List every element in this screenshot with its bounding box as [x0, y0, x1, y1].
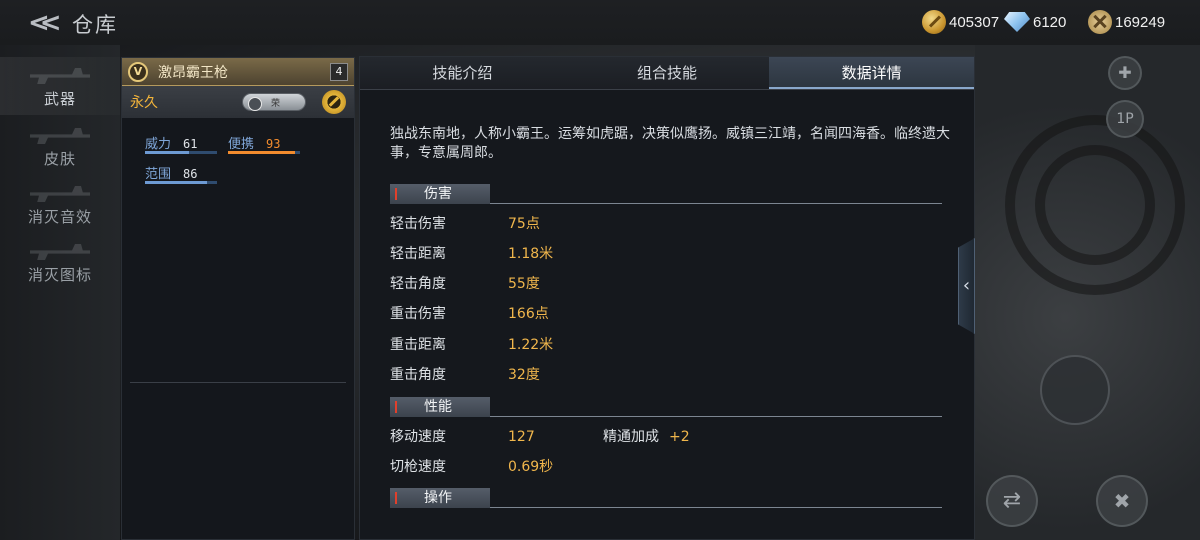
- weapon-tag[interactable]: 荣: [242, 93, 306, 111]
- nav-item-skins[interactable]: 皮肤: [0, 117, 120, 175]
- stat-value: 86: [183, 167, 198, 181]
- stat-bar-fill: [228, 151, 295, 154]
- stat-name: 威力: [145, 137, 172, 152]
- weapon-stats: 威力 61 便携 93 范围 86: [130, 118, 346, 383]
- row-label: 切枪速度: [390, 459, 446, 475]
- double-chevron-left-icon: <<: [28, 8, 61, 38]
- section-title: 伤害: [390, 184, 490, 204]
- stat-bar: [145, 181, 217, 184]
- currency-gold[interactable]: 405307: [922, 9, 999, 35]
- currency-badge-value: 169249: [1115, 13, 1166, 31]
- tab-data-details[interactable]: 数据详情: [769, 57, 975, 89]
- section-operation: 操作: [390, 488, 942, 508]
- currency-badge[interactable]: 169249: [1088, 9, 1165, 35]
- stat-bar-fill: [145, 181, 207, 184]
- detail-panel: 技能介绍 组合技能 数据详情 独战东南地，人称小霸王。运筹如虎踞，决策似鹰扬。威…: [359, 56, 975, 540]
- currency-diamond-value: 6120: [1033, 13, 1067, 31]
- weapon-duration: 永久: [130, 95, 158, 111]
- mastery-bonus-value: +2: [669, 429, 690, 445]
- row-label: 重击伤害: [390, 306, 446, 322]
- row-value: 0.69秒: [508, 459, 554, 475]
- top-bar: << 仓库 405307 6120 169249: [0, 0, 1200, 45]
- speaker-icon: [30, 186, 90, 202]
- gold-action-icon[interactable]: [322, 90, 346, 114]
- section-title: 性能: [390, 397, 490, 417]
- stat-bar-fill: [145, 151, 189, 154]
- row-label: 移动速度: [390, 429, 446, 445]
- row-value: 1.22米: [508, 337, 554, 353]
- row-label: 轻击角度: [390, 276, 446, 292]
- stat-value: 61: [183, 137, 198, 151]
- currency-gold-value: 405307: [949, 13, 1000, 31]
- stat-name: 便携: [228, 137, 255, 152]
- row-label: 重击角度: [390, 367, 446, 383]
- nav-item-kill-sound[interactable]: 消灭音效: [0, 175, 120, 233]
- stat-portability: 便携 93: [228, 133, 300, 154]
- back-button[interactable]: <<: [28, 8, 61, 38]
- nav-item-label: 消灭音效: [27, 208, 92, 226]
- nav-item-label: 武器: [43, 90, 76, 108]
- row-value: 55度: [508, 276, 540, 292]
- section-title: 操作: [390, 488, 490, 508]
- weapon-description: 独战东南地，人称小霸王。运筹如虎踞，决策似鹰扬。威镇三江靖，名闻四海香。临终遗大…: [390, 126, 950, 161]
- tab-skill-intro[interactable]: 技能介绍: [360, 57, 565, 89]
- rank-v-icon: V: [128, 61, 148, 82]
- row-value: 32度: [508, 367, 540, 383]
- stat-bar: [145, 151, 217, 154]
- skull-icon: [30, 244, 90, 260]
- nav-item-weapons[interactable]: 武器: [0, 57, 120, 115]
- crouch-icon[interactable]: ✖: [1096, 475, 1148, 527]
- tab-combo-skills[interactable]: 组合技能: [564, 57, 770, 89]
- currency-diamond[interactable]: 6120: [1004, 9, 1066, 35]
- honor-badge-icon: [1088, 10, 1112, 34]
- section-damage: 伤害: [390, 184, 942, 204]
- view-toggle-button[interactable]: 1P: [1106, 100, 1144, 138]
- row-value: 166点: [508, 306, 549, 322]
- swap-weapon-icon[interactable]: ⇄: [986, 475, 1038, 527]
- nav-item-label: 皮肤: [43, 150, 76, 168]
- stat-value: 93: [266, 137, 281, 151]
- weapon-card-header: V 激昂霸王枪 4: [122, 58, 354, 86]
- section-performance: 性能: [390, 397, 942, 417]
- row-label: 重击距离: [390, 337, 446, 353]
- row-label: 轻击距离: [390, 246, 446, 262]
- collapse-panel-button[interactable]: ‹: [958, 238, 975, 334]
- ammo-icon[interactable]: [1040, 355, 1110, 425]
- stat-bar: [228, 151, 300, 154]
- chevron-left-icon: ‹: [962, 275, 971, 296]
- weapon-count-badge: 4: [330, 62, 348, 81]
- stat-range: 范围 86: [145, 163, 217, 184]
- row-value: 75点: [508, 216, 540, 232]
- nav-item-label: 消灭图标: [27, 266, 92, 284]
- page-title: 仓库: [72, 13, 118, 37]
- view-label: 1P: [1116, 111, 1134, 127]
- stat-name: 范围: [145, 167, 172, 182]
- row-value: 1.18米: [508, 246, 554, 262]
- row-label: 轻击伤害: [390, 216, 446, 232]
- weapon-name: 激昂霸王枪: [158, 64, 228, 81]
- rifle-icon: [30, 128, 90, 144]
- weapon-card-subheader: 永久 荣: [122, 86, 354, 118]
- detail-tabs: 技能介绍 组合技能 数据详情: [360, 57, 975, 90]
- gold-coin-icon: [922, 10, 946, 34]
- nav-item-kill-icon[interactable]: 消灭图标: [0, 233, 120, 291]
- diamond-icon: [1004, 12, 1030, 32]
- target-ring-decor: [1035, 145, 1155, 265]
- dpad-icon[interactable]: ✚: [1108, 56, 1142, 90]
- weapon-card[interactable]: V 激昂霸王枪 4 永久 荣 威力 61 便携 93 范围 86: [121, 57, 355, 540]
- weapon-tag-label: 荣: [271, 99, 281, 109]
- mastery-bonus-label: 精通加成: [603, 429, 659, 445]
- rifle-icon: [30, 68, 90, 84]
- right-background: [975, 45, 1200, 540]
- row-value: 127: [508, 429, 535, 445]
- stat-power: 威力 61: [145, 133, 217, 154]
